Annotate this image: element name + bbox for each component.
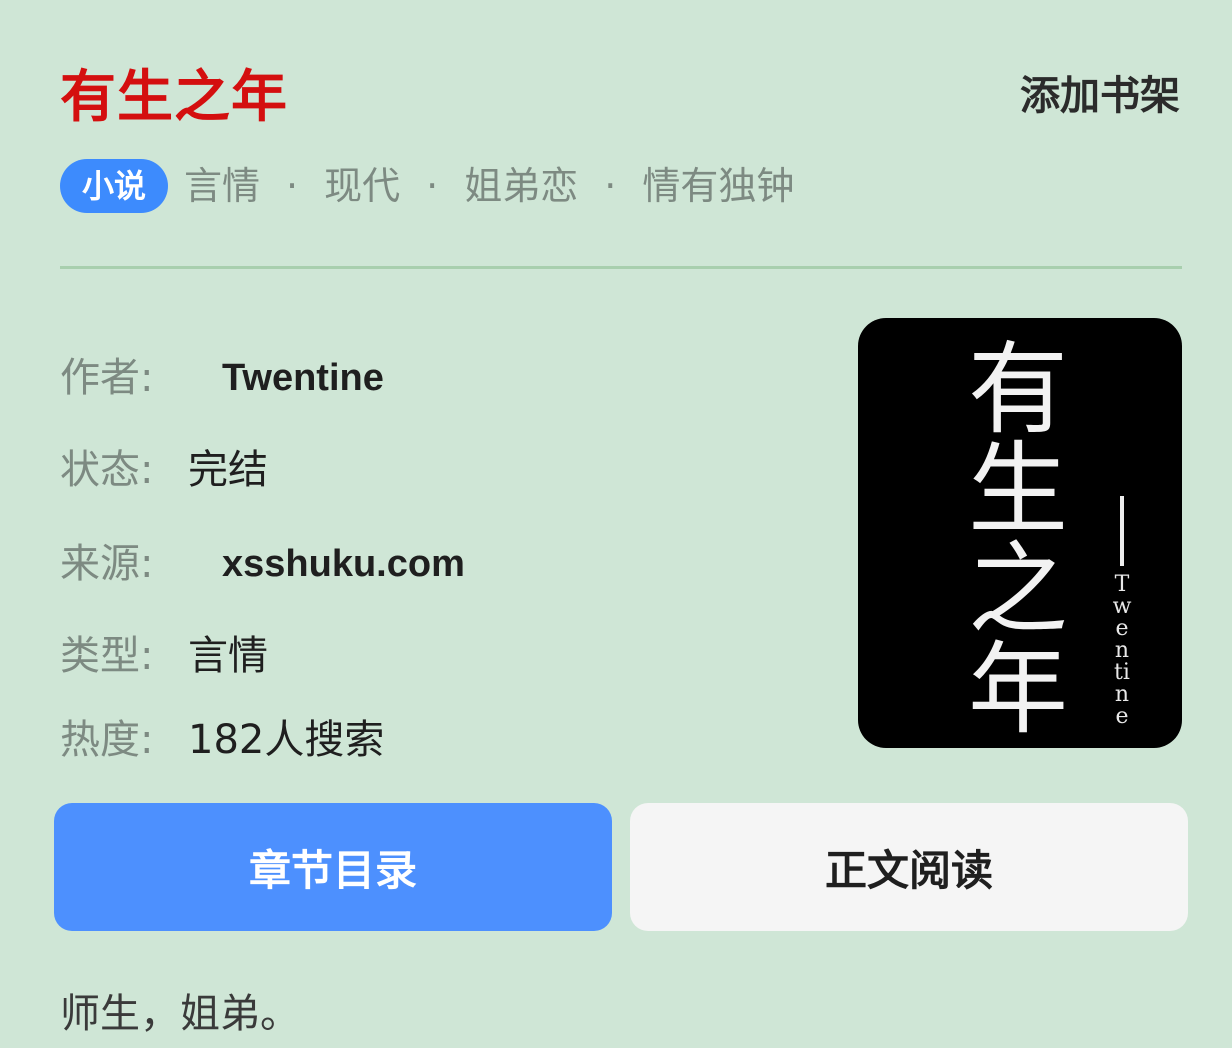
info-row-author: 作者: Twentine bbox=[60, 350, 384, 406]
book-title: 有生之年 bbox=[60, 65, 288, 130]
cover-title-char: 年 bbox=[968, 631, 1068, 748]
tag-separator: · bbox=[604, 164, 617, 208]
start-reading-button[interactable]: 正文阅读 bbox=[630, 803, 1188, 931]
tag-item[interactable]: 现代 bbox=[324, 158, 400, 214]
status-value: 完结 bbox=[188, 447, 268, 493]
type-label: 类型: bbox=[60, 633, 154, 679]
status-label: 状态: bbox=[60, 447, 154, 493]
header-divider bbox=[60, 266, 1182, 269]
tag-separator: · bbox=[286, 164, 299, 208]
type-value: 言情 bbox=[188, 633, 268, 679]
book-cover-image[interactable]: 有 生 之 年 Twentine bbox=[858, 318, 1182, 748]
info-row-source: 来源: xsshuku.com bbox=[60, 536, 465, 592]
tag-separator: · bbox=[426, 164, 439, 208]
source-value[interactable]: xsshuku.com bbox=[222, 536, 465, 592]
info-row-popularity: 热度: 182人搜索 bbox=[60, 712, 384, 768]
category-badge: 小说 bbox=[60, 159, 169, 213]
author-value[interactable]: Twentine bbox=[222, 350, 384, 406]
popularity-label: 热度: bbox=[60, 717, 154, 763]
source-label: 来源: bbox=[60, 541, 154, 587]
info-row-type: 类型: 言情 bbox=[60, 628, 268, 684]
book-summary: 师生，姐弟。 bbox=[60, 991, 300, 1037]
tag-row: 小说 言情 · 现代 · 姐弟恋 · 情有独钟 bbox=[60, 158, 794, 214]
cover-dash bbox=[1120, 496, 1124, 566]
info-row-status: 状态: 完结 bbox=[60, 442, 268, 498]
cover-title-char: 生 bbox=[968, 431, 1068, 548]
author-label: 作者: bbox=[60, 355, 154, 401]
tag-item[interactable]: 情有独钟 bbox=[642, 158, 794, 214]
tag-item[interactable]: 言情 bbox=[184, 158, 260, 214]
table-of-contents-button[interactable]: 章节目录 bbox=[54, 803, 612, 931]
popularity-value: 182人搜索 bbox=[188, 717, 385, 763]
cover-title-char: 之 bbox=[968, 531, 1068, 648]
add-to-bookshelf-button[interactable]: 添加书架 bbox=[1020, 68, 1180, 124]
cover-title-char: 有 bbox=[968, 331, 1068, 448]
tag-item[interactable]: 姐弟恋 bbox=[464, 158, 578, 214]
cover-author-text: Twentine bbox=[1112, 572, 1132, 729]
